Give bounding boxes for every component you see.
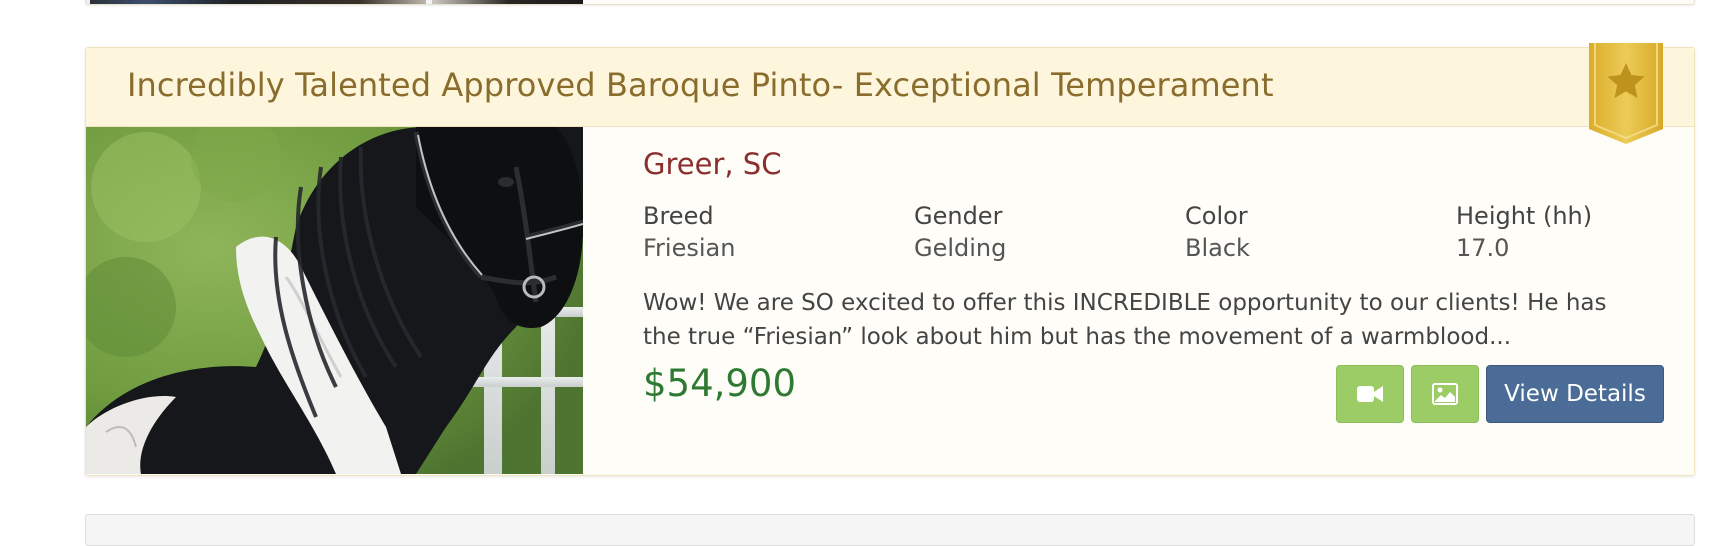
attribute-label: Color — [1185, 202, 1248, 230]
attribute-breed: Breed Friesian — [643, 200, 903, 264]
attribute-color: Color Black — [1185, 200, 1445, 264]
attribute-label: Height (hh) — [1456, 202, 1593, 230]
attribute-height: Height (hh) 17.0 — [1456, 200, 1716, 264]
previous-listing-card — [85, 0, 1695, 5]
listing-info: Greer, SC Breed Friesian Gender Gelding … — [643, 127, 1664, 475]
listing-body: Greer, SC Breed Friesian Gender Gelding … — [86, 127, 1694, 475]
listing-actions: View Details — [1336, 365, 1664, 423]
video-button[interactable] — [1336, 365, 1404, 423]
listing-header: Incredibly Talented Approved Baroque Pin… — [86, 48, 1694, 127]
listing-attributes: Breed Friesian Gender Gelding Color Blac… — [643, 200, 1732, 270]
listing-price: $54,900 — [643, 362, 797, 405]
attribute-gender: Gender Gelding — [914, 200, 1174, 264]
listing-description: Wow! We are SO excited to offer this INC… — [643, 290, 1607, 350]
photos-button[interactable] — [1411, 365, 1479, 423]
listing-title[interactable]: Incredibly Talented Approved Baroque Pin… — [127, 66, 1274, 104]
attribute-value: 17.0 — [1456, 234, 1510, 262]
horse-photo[interactable] — [86, 127, 583, 474]
view-details-button[interactable]: View Details — [1486, 365, 1664, 423]
listing-location: Greer, SC — [643, 147, 782, 181]
attribute-label: Gender — [914, 202, 1003, 230]
image-icon — [1432, 383, 1458, 405]
attribute-value: Black — [1185, 234, 1250, 262]
attribute-value: Gelding — [914, 234, 1007, 262]
next-listing-card — [85, 514, 1695, 546]
video-camera-icon — [1357, 386, 1383, 402]
attribute-label: Breed — [643, 202, 714, 230]
listing-card: Incredibly Talented Approved Baroque Pin… — [85, 43, 1695, 476]
previous-listing-photo[interactable] — [86, 0, 583, 4]
attribute-value: Friesian — [643, 234, 736, 262]
